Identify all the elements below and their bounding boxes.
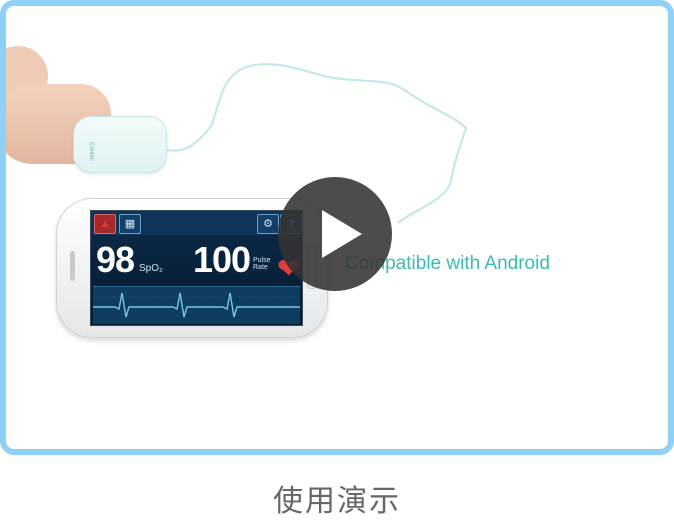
pleth-waveform xyxy=(93,292,300,318)
phone-screen: ▲ ▦ ⚙ ? 98 SpO₂ 100 Pulse Rate ❤ xyxy=(90,210,303,326)
pulse-value: 100 xyxy=(193,239,251,280)
play-icon xyxy=(322,210,362,258)
pulse-oximeter-sensor: Contec xyxy=(73,116,167,173)
play-button[interactable] xyxy=(278,177,392,291)
bell-icon: ▲ xyxy=(94,214,116,234)
sensor-brand: Contec xyxy=(88,142,94,162)
video-card[interactable]: Contec ▲ ▦ ⚙ ? 98 SpO₂ 100 Pulse Rate ❤ xyxy=(0,0,674,455)
spo2-label: SpO₂ xyxy=(139,263,163,274)
spo2-value: 98 xyxy=(96,239,135,280)
grid-icon: ▦ xyxy=(119,214,141,234)
pleth-waveform-panel xyxy=(93,286,300,324)
gear-icon: ⚙ xyxy=(257,214,279,234)
page-title: 使用演示 xyxy=(273,485,401,518)
phone-speaker xyxy=(70,251,75,281)
app-toolbar: ▲ ▦ ⚙ ? xyxy=(91,211,302,235)
